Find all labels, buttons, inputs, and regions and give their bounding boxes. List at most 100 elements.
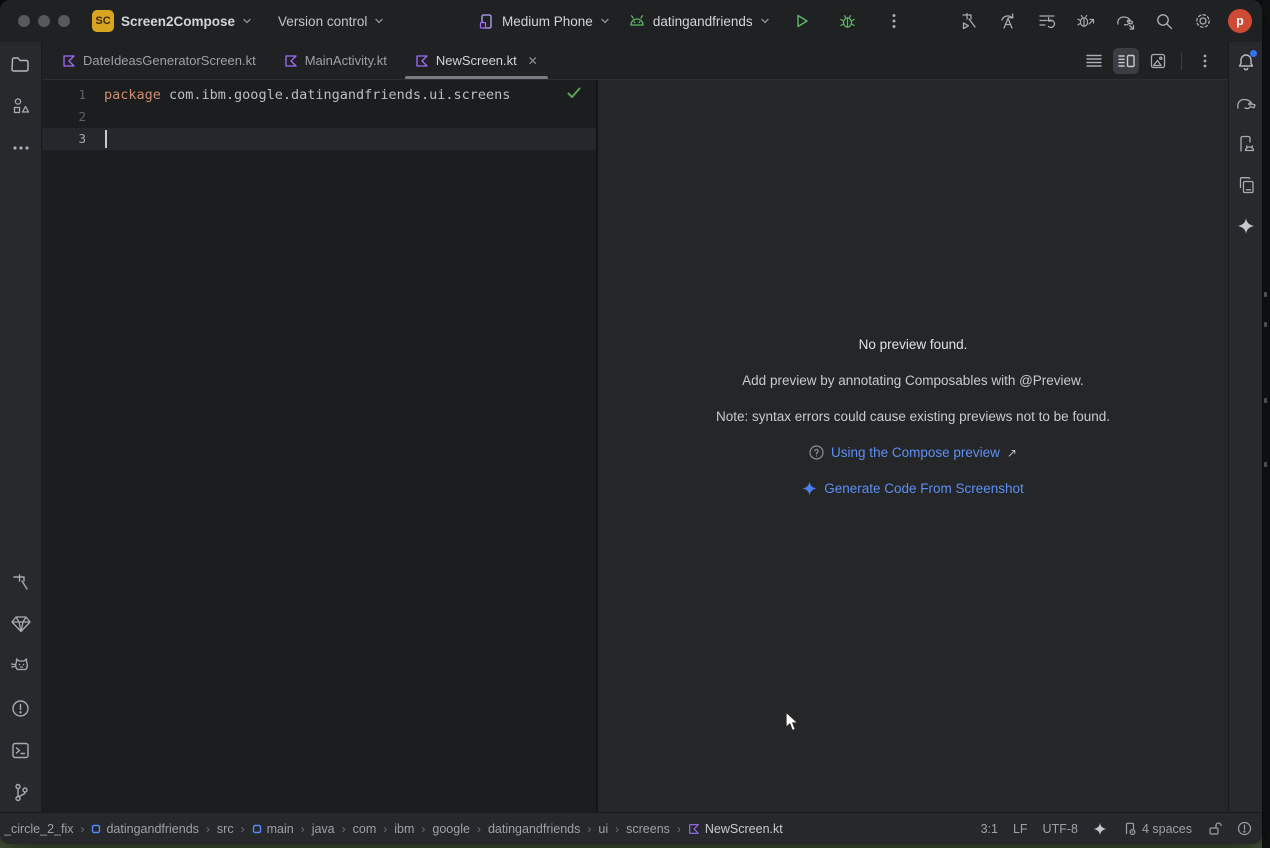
macos-traffic-lights[interactable] [18, 15, 70, 27]
breadcrumb-item[interactable]: datingandfriends [488, 822, 580, 836]
zoom-window-button[interactable] [58, 15, 70, 27]
compose-preview-panel: No preview found. Add preview by annotat… [598, 80, 1228, 812]
profiler-icon[interactable] [1033, 7, 1061, 35]
compose-preview-help-link[interactable]: Using the Compose preview ↗ [809, 445, 1017, 460]
indent-settings-icon [1122, 821, 1137, 836]
user-avatar[interactable]: p [1228, 9, 1252, 33]
no-preview-message: No preview found. [859, 337, 968, 352]
chevron-down-icon [600, 16, 610, 26]
run-configuration-selector[interactable]: datingandfriends [628, 14, 770, 29]
structure-icon[interactable] [9, 94, 33, 118]
keyword-package: package [104, 87, 161, 103]
project-folder-icon[interactable] [9, 52, 33, 76]
indent-setting[interactable]: 4 spaces [1122, 821, 1192, 836]
file-encoding[interactable]: UTF-8 [1043, 822, 1078, 836]
close-tab-icon[interactable]: ✕ [528, 54, 538, 68]
version-control-widget[interactable]: Version control [278, 14, 384, 29]
caret-position[interactable]: 3:1 [981, 822, 998, 836]
more-tool-windows-icon[interactable] [9, 136, 33, 160]
app-quality-insights-gem-icon[interactable] [9, 612, 33, 636]
kotlin-file-icon [284, 54, 298, 68]
notifications-bell-icon[interactable] [1234, 50, 1258, 74]
code-line-1[interactable]: 1 package com.ibm.google.datingandfriend… [42, 84, 596, 106]
breadcrumb-separator: › [241, 822, 245, 836]
tab-dateideasgeneratorscreen[interactable]: DateIdeasGeneratorScreen.kt [48, 42, 270, 79]
search-everywhere-icon[interactable] [1150, 7, 1178, 35]
breadcrumb-item[interactable]: google [432, 822, 470, 836]
breadcrumb-item[interactable]: screens [626, 822, 670, 836]
breadcrumb-item[interactable]: src [217, 822, 234, 836]
kotlin-file-icon [62, 54, 76, 68]
apply-changes-icon[interactable] [994, 7, 1022, 35]
project-widget[interactable]: SC Screen2Compose [92, 10, 252, 32]
gradle-elephant-icon[interactable] [1234, 91, 1258, 115]
kotlin-file-icon [688, 823, 700, 835]
build-run-icon[interactable] [955, 7, 983, 35]
breadcrumb-item[interactable]: ibm [394, 822, 414, 836]
design-view-icon[interactable] [1145, 48, 1171, 74]
background-window-speck [1264, 398, 1267, 403]
generate-link-label: Generate Code From Screenshot [824, 481, 1024, 496]
code-line-2[interactable]: 2 [42, 106, 596, 128]
device-phone-icon [478, 13, 495, 30]
breadcrumb-separator: › [383, 822, 387, 836]
tab-label: NewScreen.kt [436, 53, 517, 68]
add-preview-hint: Add preview by annotating Composables wi… [742, 373, 1084, 388]
terminal-icon[interactable] [9, 738, 33, 762]
breadcrumb-separator: › [615, 822, 619, 836]
external-link-icon: ↗ [1007, 446, 1017, 460]
code-editor[interactable]: 1 package com.ibm.google.datingandfriend… [42, 80, 598, 812]
more-actions-button[interactable] [880, 7, 908, 35]
breadcrumb-separator: › [587, 822, 591, 836]
background-window-speck [1264, 462, 1267, 467]
run-button[interactable] [788, 7, 816, 35]
minimize-window-button[interactable] [38, 15, 50, 27]
debug-button[interactable] [834, 7, 862, 35]
mouse-cursor [785, 711, 801, 733]
breadcrumb-separator: › [301, 822, 305, 836]
tab-mainactivity[interactable]: MainActivity.kt [270, 42, 401, 79]
module-icon [91, 824, 101, 834]
help-circle-icon [809, 445, 824, 460]
breadcrumb-item[interactable]: ui [598, 822, 608, 836]
breadcrumb-item[interactable]: main [252, 822, 294, 836]
tab-label: MainActivity.kt [305, 53, 387, 68]
code-view-icon[interactable] [1081, 48, 1107, 74]
breadcrumb-item[interactable]: com [353, 822, 377, 836]
breadcrumb: _circle_2_fix › datingandfriends › src ›… [4, 822, 969, 836]
status-problems-icon[interactable] [1237, 821, 1252, 836]
logcat-cat-icon[interactable] [9, 654, 33, 678]
device-manager-icon[interactable] [1234, 173, 1258, 197]
file-unlocked-icon[interactable] [1207, 821, 1222, 836]
text-caret [105, 130, 107, 148]
breadcrumb-item-file[interactable]: NewScreen.kt [688, 822, 783, 836]
line-ending[interactable]: LF [1013, 822, 1028, 836]
breadcrumb-item[interactable]: _circle_2_fix [4, 822, 73, 836]
chevron-down-icon [374, 16, 384, 26]
device-selector[interactable]: Medium Phone [478, 13, 610, 30]
help-link-label: Using the Compose preview [831, 445, 1000, 460]
git-version-control-icon[interactable] [9, 780, 33, 804]
close-window-button[interactable] [18, 15, 30, 27]
breadcrumb-item[interactable]: datingandfriends [91, 822, 198, 836]
background-window-speck [1264, 322, 1267, 327]
split-view-icon[interactable] [1113, 48, 1139, 74]
editor-options-icon[interactable] [1192, 48, 1218, 74]
status-bar: _circle_2_fix › datingandfriends › src ›… [0, 812, 1262, 844]
generate-code-from-screenshot-link[interactable]: Generate Code From Screenshot [802, 481, 1024, 496]
build-hammer-icon[interactable] [9, 570, 33, 594]
gradle-sync-icon[interactable] [1111, 7, 1139, 35]
gemini-sparkle-icon [802, 481, 817, 496]
settings-gear-icon[interactable] [1189, 7, 1217, 35]
gemini-sparkle-icon[interactable] [1234, 214, 1258, 238]
kotlin-file-icon [415, 54, 429, 68]
tab-newscreen[interactable]: NewScreen.kt ✕ [401, 42, 552, 79]
breadcrumb-item[interactable]: java [312, 822, 335, 836]
problems-icon[interactable] [9, 696, 33, 720]
running-devices-icon[interactable] [1234, 132, 1258, 156]
inspections-ok-icon[interactable] [566, 86, 582, 100]
attach-debugger-icon[interactable] [1072, 7, 1100, 35]
code-line-3[interactable]: 3 [42, 128, 596, 150]
right-toolwindow-stripe [1228, 42, 1262, 812]
gemini-sparkle-icon[interactable] [1093, 822, 1107, 836]
